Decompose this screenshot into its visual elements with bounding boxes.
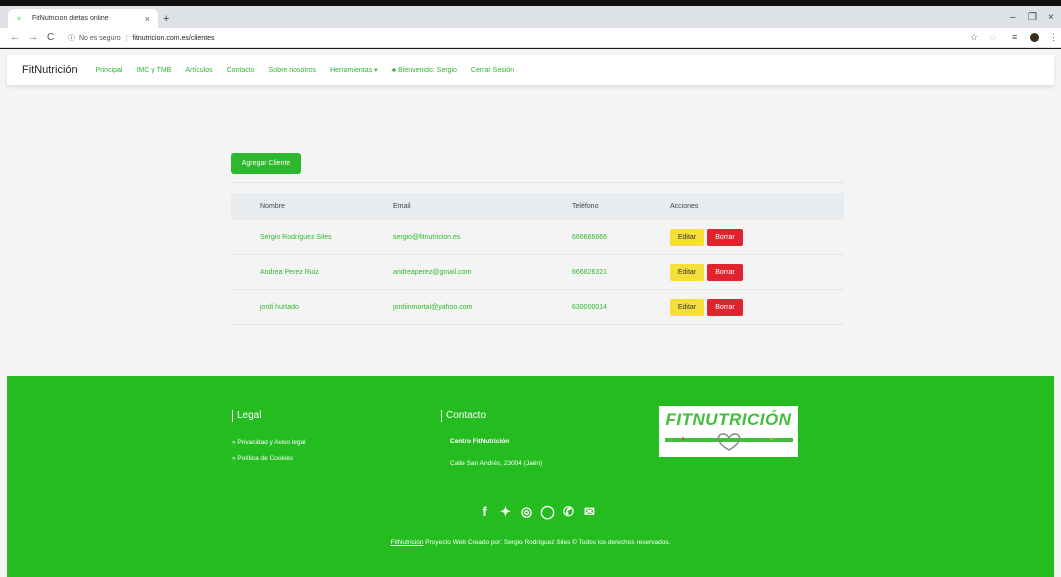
fitnutricion-logo: FITNUTRICIÓN ◗ ◖ xyxy=(659,406,798,457)
table-row: Sergio Rodríguez Siles sergio@fitnutrici… xyxy=(231,220,844,255)
browser-tab[interactable]: ♆ FitNutricion dietas online × xyxy=(8,9,158,28)
divider xyxy=(231,182,844,183)
twitter-icon[interactable]: ✦ xyxy=(498,504,513,520)
instagram-icon[interactable]: ◎ xyxy=(519,504,534,520)
facebook-icon[interactable]: f xyxy=(477,504,492,520)
site-navbar: FitNutrición Principal IMC y TMB Artícul… xyxy=(7,55,1054,85)
col-telefono: Teléfono xyxy=(572,203,599,210)
back-button[interactable]: ← xyxy=(10,32,20,43)
cell-telefono: 630000014 xyxy=(572,303,608,311)
legal-heading: Legal xyxy=(232,410,261,422)
new-tab-button[interactable]: + xyxy=(163,13,169,25)
nav-link-imc[interactable]: IMC y TMB xyxy=(136,67,171,74)
email-icon[interactable]: ✉ xyxy=(582,504,597,520)
url-field[interactable]: ⓘ No es seguro | fitnutricion.com.es/cli… xyxy=(68,31,958,45)
nav-link-herramientas[interactable]: Herramientas ▾ xyxy=(330,66,377,74)
brand-logo[interactable]: FitNutrición xyxy=(22,64,78,76)
logo-text: FITNUTRICIÓN xyxy=(665,410,792,429)
copyright-link[interactable]: FitNutrición xyxy=(391,539,424,546)
extension-icon[interactable]: ◌ xyxy=(990,32,995,42)
edit-button[interactable]: Editar xyxy=(670,263,704,281)
tab-strip: ♆ FitNutricion dietas online × + – ❐ × xyxy=(0,6,1061,28)
restore-button[interactable]: ❐ xyxy=(1028,12,1037,23)
clients-table: Nombre Email Teléfono Acciones Sergio Ro… xyxy=(231,193,844,325)
whatsapp-icon[interactable]: ✆ xyxy=(561,504,576,520)
page-content: FitNutrición Principal IMC y TMB Artícul… xyxy=(0,49,1061,577)
col-nombre: Nombre xyxy=(260,203,285,210)
cell-email: andreaperez@gmail.com xyxy=(393,268,472,276)
delete-button[interactable]: Borrar xyxy=(707,228,743,246)
minimize-button[interactable]: – xyxy=(1010,12,1016,23)
banana-icon: ◖ xyxy=(769,434,774,443)
nav-link-contacto[interactable]: Contacto xyxy=(227,67,255,74)
nav-user-greeting[interactable]: ♣ Bienvenido: Sergio xyxy=(392,67,457,74)
heart-icon xyxy=(717,433,741,451)
nav-link-principal[interactable]: Principal xyxy=(96,67,123,74)
cell-telefono: 666666666 xyxy=(572,233,608,241)
cell-acciones: Editar Borrar xyxy=(670,228,820,246)
edit-button[interactable]: Editar xyxy=(670,228,704,246)
url-text: fitnutricion.com.es/clientes xyxy=(132,34,215,42)
reading-list-icon[interactable]: ≡ xyxy=(1012,32,1017,42)
social-icons: f ✦ ◎ ◯ ✆ ✉ xyxy=(477,504,597,520)
nav-link-articulos[interactable]: Artículos xyxy=(185,67,212,74)
table-row: Andrea Perez Ruiz andreaperez@gmail.com … xyxy=(231,255,844,290)
table-header: Nombre Email Teléfono Acciones xyxy=(231,193,844,220)
cell-nombre: Andrea Perez Ruiz xyxy=(260,268,319,276)
cell-email: sergio@fitnutricion.es xyxy=(393,233,461,241)
window-close-button[interactable]: × xyxy=(1048,12,1054,23)
address-bar-row: ← → C ⓘ No es seguro | fitnutricion.com.… xyxy=(0,28,1061,48)
privacy-link[interactable]: » Privacidad y Aviso legal xyxy=(232,439,306,446)
contact-address: Calle San Andrés, 23004 (Jaén) xyxy=(450,460,543,467)
contact-heading: Contacto xyxy=(441,410,486,422)
copyright: FitNutrición Proyecto Web Creado por: Se… xyxy=(0,539,1061,546)
reload-button[interactable]: C xyxy=(47,32,54,43)
add-client-button[interactable]: Agregar Cliente xyxy=(231,153,301,174)
bookmark-star-icon[interactable]: ☆ xyxy=(970,32,978,43)
contact-name: Centro FitNutrición xyxy=(450,438,510,445)
insecure-label: No es seguro xyxy=(79,34,121,42)
cell-nombre: jordi hurtado xyxy=(260,303,299,311)
forward-button[interactable]: → xyxy=(28,32,38,43)
menu-icon[interactable]: ⋮ xyxy=(1049,32,1058,43)
tab-close-icon[interactable]: × xyxy=(145,14,150,24)
delete-button[interactable]: Borrar xyxy=(707,298,743,316)
delete-button[interactable]: Borrar xyxy=(707,263,743,281)
cell-email: jordiinmortal@yahoo.com xyxy=(393,303,473,311)
profile-avatar-icon[interactable] xyxy=(1030,33,1039,42)
nav-link-sobre-nosotros[interactable]: Sobre nosotros xyxy=(269,67,316,74)
col-acciones: Acciones xyxy=(670,203,699,210)
favicon-icon: ♆ xyxy=(16,13,22,23)
edit-button[interactable]: Editar xyxy=(670,298,704,316)
info-icon[interactable]: ⓘ xyxy=(68,33,75,43)
github-icon[interactable]: ◯ xyxy=(540,504,555,520)
table-row: jordi hurtado jordiinmortal@yahoo.com 63… xyxy=(231,290,844,325)
watermelon-icon: ◗ xyxy=(681,434,686,443)
site-footer: Legal » Privacidad y Aviso legal » Polít… xyxy=(7,376,1054,577)
tab-title: FitNutricion dietas online xyxy=(32,15,109,22)
url-separator: | xyxy=(125,34,128,42)
nav-logout-link[interactable]: Cerrar Sesión xyxy=(471,67,514,74)
cell-telefono: 666626321 xyxy=(572,268,608,276)
cell-acciones: Editar Borrar xyxy=(670,298,820,316)
cell-acciones: Editar Borrar xyxy=(670,263,820,281)
cookies-link[interactable]: » Política de Cookies xyxy=(232,455,293,462)
col-email: Email xyxy=(393,203,411,210)
copyright-text: Proyecto Web Creado por: Sergio Rodrígue… xyxy=(423,539,671,546)
cell-nombre: Sergio Rodríguez Siles xyxy=(260,233,332,241)
